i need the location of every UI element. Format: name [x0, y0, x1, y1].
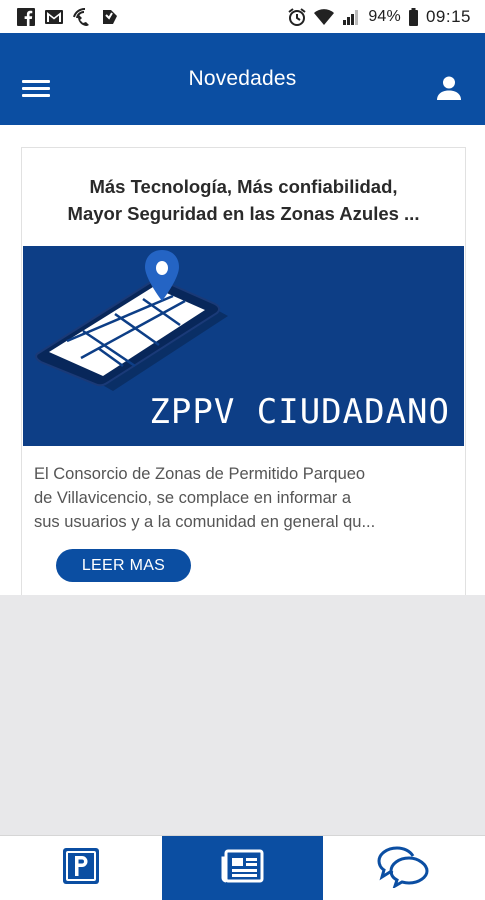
- battery-percent: 94%: [368, 7, 401, 25]
- bottom-navigation: [0, 835, 485, 900]
- news-card[interactable]: Más Tecnología, Más confiabilidad, Mayor…: [21, 147, 466, 595]
- news-image: ZPPV CIUDADANO: [23, 246, 464, 446]
- facebook-icon: [16, 7, 36, 27]
- news-image-caption: ZPPV CIUDADANO: [149, 392, 450, 432]
- news-excerpt-line: de Villavicencio, se complace en informa…: [34, 489, 352, 507]
- parking-icon: [61, 846, 101, 891]
- news-excerpt: El Consorcio de Zonas de Permitido Parqu…: [34, 462, 456, 534]
- user-icon: [435, 76, 463, 106]
- nav-item-chat[interactable]: [323, 836, 485, 900]
- app-bar: Novedades: [0, 33, 485, 125]
- wifi-calling-icon: [72, 7, 92, 27]
- status-bar: 94% 09:15: [0, 0, 485, 33]
- page-title: Novedades: [188, 67, 297, 90]
- news-excerpt-line: sus usuarios y a la comunidad en general…: [34, 513, 376, 531]
- news-excerpt-line: El Consorcio de Zonas de Permitido Parqu…: [34, 465, 366, 483]
- gmail-icon: [44, 7, 64, 27]
- read-more-button[interactable]: LEER MAS: [56, 549, 191, 582]
- news-title-line: Más Tecnología, Más confiabilidad,: [89, 176, 398, 197]
- status-bar-right: 94% 09:15: [287, 7, 471, 27]
- wifi-icon: [314, 7, 335, 27]
- status-bar-left-icons: [16, 7, 120, 27]
- profile-button[interactable]: [435, 74, 463, 102]
- signal-icon: [341, 7, 361, 27]
- chat-icon: [377, 844, 431, 893]
- battery-icon: [408, 7, 419, 27]
- news-title: Más Tecnología, Más confiabilidad, Mayor…: [22, 173, 465, 227]
- nav-item-news[interactable]: [162, 836, 323, 900]
- clock: 09:15: [425, 6, 471, 26]
- menu-button[interactable]: [22, 77, 52, 99]
- news-feed[interactable]: Más Tecnología, Más confiabilidad, Mayor…: [0, 125, 485, 835]
- nfc-icon: [100, 7, 120, 27]
- nav-item-parking[interactable]: [0, 836, 162, 900]
- alarm-icon: [287, 7, 307, 27]
- news-icon: [221, 848, 265, 889]
- news-title-line: Mayor Seguridad en las Zonas Azules ...: [67, 203, 420, 224]
